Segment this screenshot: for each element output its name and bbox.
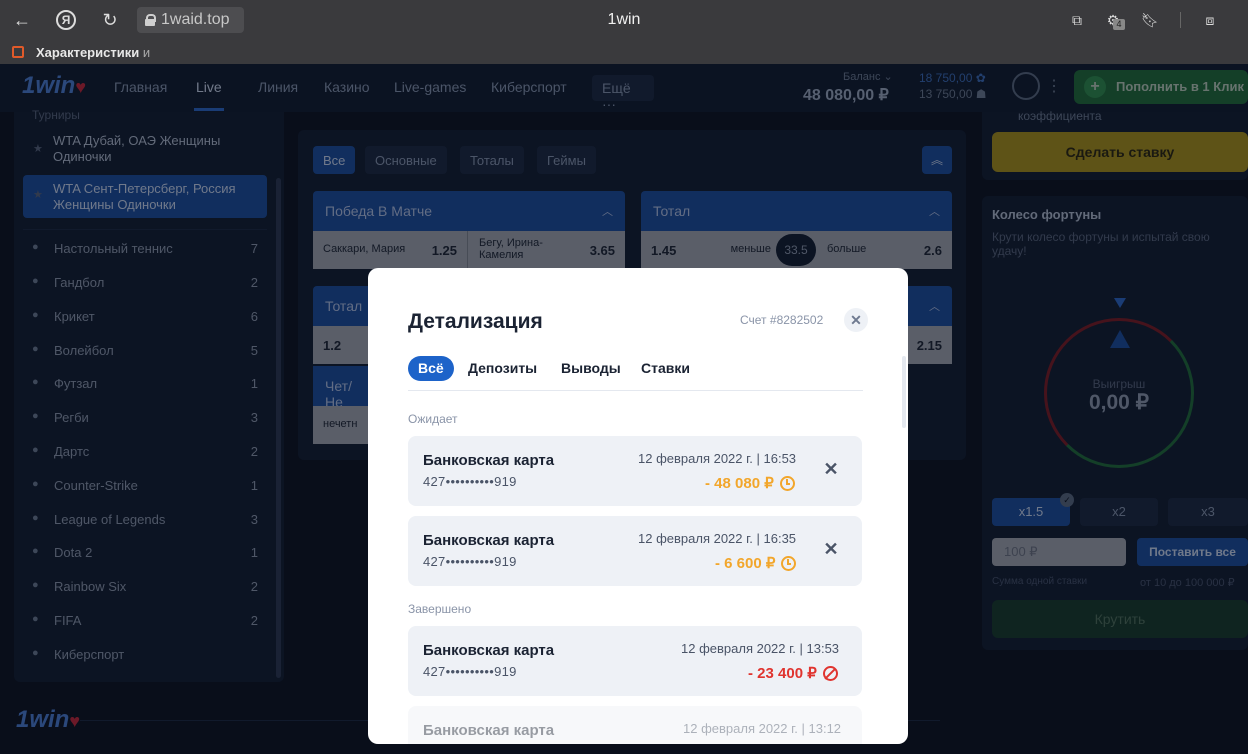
yandex-icon[interactable]: Я xyxy=(56,10,76,30)
account-number: Счет #8282502 xyxy=(740,313,824,327)
section-pending: Ожидает xyxy=(408,412,458,426)
clock-icon xyxy=(779,475,795,491)
clock-icon xyxy=(781,555,797,571)
transaction-row[interactable]: Банковская карта 427••••••••••919 12 фев… xyxy=(408,626,862,696)
bookmark-icon[interactable]: 🔖︎ xyxy=(1140,10,1160,30)
transactions-modal: Детализация Счет #8282502 ✕ Всё Депозиты… xyxy=(368,268,908,744)
close-icon[interactable]: ✕ xyxy=(844,308,868,332)
bookmark-favicon-icon xyxy=(12,46,24,58)
ban-icon xyxy=(822,665,838,681)
extensions-badge: 4 xyxy=(1113,19,1125,30)
browser-toolbar: ← Я ↻ 1waid.top 1win ⧉ ⚙ 4 🔖︎ ⧈ xyxy=(0,0,1248,40)
transaction-amount: - 48 080 ₽ xyxy=(705,474,795,492)
cancel-icon[interactable]: ✕ xyxy=(823,540,839,558)
section-completed: Завершено xyxy=(408,602,472,616)
card-number: 427••••••••••919 xyxy=(423,554,517,569)
cancel-icon[interactable]: ✕ xyxy=(823,460,839,478)
tab-deposits[interactable]: Депозиты xyxy=(468,356,537,381)
address-bar[interactable]: 1waid.top xyxy=(137,7,244,33)
bookmark-item[interactable]: Характеристики и xyxy=(36,45,150,60)
tab-withdrawals[interactable]: Выводы xyxy=(561,356,621,381)
url-text: 1waid.top xyxy=(161,11,230,28)
payment-method: Банковская карта xyxy=(423,722,555,739)
tabs-divider xyxy=(408,390,863,391)
tab-bets[interactable]: Ставки xyxy=(641,356,690,381)
transaction-row[interactable]: Банковская карта 427••••••••••919 12 фев… xyxy=(408,516,862,586)
downloads-icon[interactable]: ⧈ xyxy=(1200,10,1220,30)
toolbar-divider xyxy=(1180,12,1181,28)
transaction-row[interactable]: Банковская карта 12 февраля 2022 г. | 13… xyxy=(408,706,862,744)
tabs-icon[interactable]: ⧉ xyxy=(1067,10,1087,30)
transaction-date: 12 февраля 2022 г. | 13:12 xyxy=(683,721,842,736)
back-arrow-icon[interactable]: ← xyxy=(12,10,32,30)
tab-all[interactable]: Всё xyxy=(408,356,454,381)
payment-method: Банковская карта xyxy=(423,452,555,469)
modal-scrollbar[interactable] xyxy=(902,356,906,428)
card-number: 427••••••••••919 xyxy=(423,474,517,489)
transaction-amount: - 6 600 ₽ xyxy=(715,554,797,572)
lock-icon xyxy=(145,14,156,26)
transaction-date: 12 февраля 2022 г. | 13:53 xyxy=(681,641,840,656)
card-number: 427••••••••••919 xyxy=(423,664,517,679)
transaction-row[interactable]: Банковская карта 427••••••••••919 12 фев… xyxy=(408,436,862,506)
transaction-date: 12 февраля 2022 г. | 16:53 xyxy=(638,451,797,466)
modal-title: Детализация xyxy=(408,310,543,333)
bookmarks-bar: Характеристики и xyxy=(0,40,1248,64)
transaction-amount: - 23 400 ₽ xyxy=(748,664,838,682)
payment-method: Банковская карта xyxy=(423,532,555,549)
reload-icon[interactable]: ↻ xyxy=(100,10,120,30)
payment-method: Банковская карта xyxy=(423,642,555,659)
transaction-date: 12 февраля 2022 г. | 16:35 xyxy=(638,531,797,546)
